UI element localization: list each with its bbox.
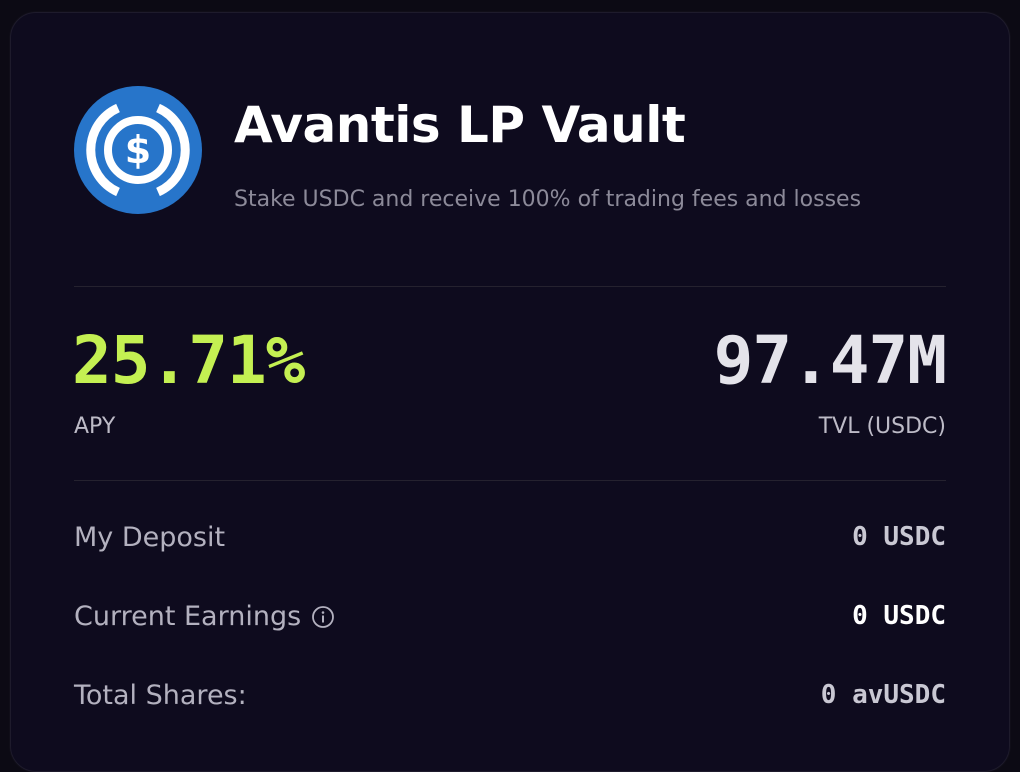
my-deposit-label: My Deposit: [74, 522, 225, 553]
tvl-value: 97.47M: [713, 322, 947, 399]
vault-title: Avantis LP Vault: [234, 96, 686, 154]
apy-label: APY: [74, 414, 116, 439]
total-shares-label-text: Total Shares:: [74, 680, 247, 711]
tvl-label: TVL (USDC): [818, 414, 946, 439]
apy-value: 25.71%: [72, 322, 305, 399]
total-shares-label: Total Shares:: [74, 680, 247, 711]
svg-text:$: $: [125, 128, 151, 172]
my-deposit-label-text: My Deposit: [74, 522, 226, 553]
my-deposit-value: 0 USDC: [852, 522, 946, 552]
current-earnings-label-text: Current Earnings: [74, 601, 302, 632]
vault-subtitle: Stake USDC and receive 100% of trading f…: [234, 187, 862, 212]
current-earnings-value: 0 USDC: [852, 601, 946, 631]
info-icon[interactable]: [311, 605, 335, 629]
total-shares-value: 0 avUSDC: [820, 680, 946, 710]
usdc-coin-icon: $: [74, 86, 202, 214]
divider: [74, 480, 946, 481]
current-earnings-label: Current Earnings: [74, 601, 335, 632]
divider: [74, 286, 946, 287]
